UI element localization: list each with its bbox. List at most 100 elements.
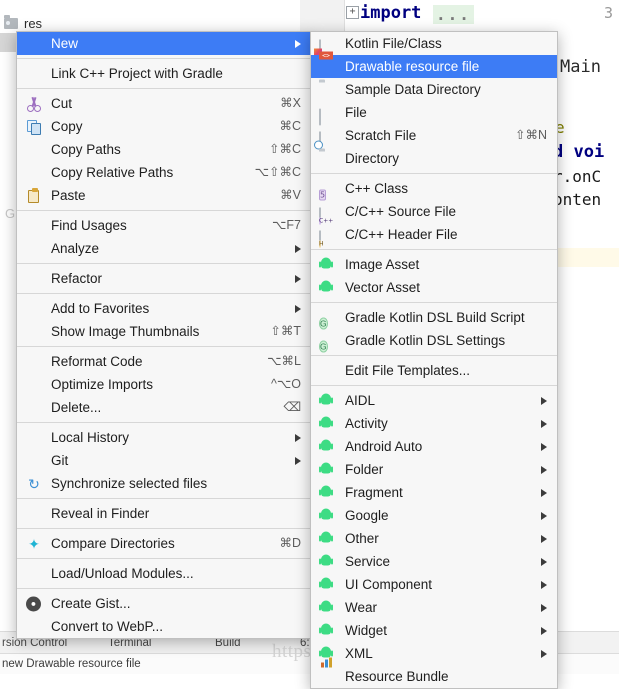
menu-item-wear[interactable]: Wear	[311, 596, 557, 619]
menu-item-create-gist[interactable]: ● Create Gist...	[17, 592, 311, 615]
menu-item-service[interactable]: Service	[311, 550, 557, 573]
menu-item-git[interactable]: Git	[17, 449, 311, 472]
status-bar-text: new Drawable resource file	[2, 658, 141, 670]
menu-separator	[17, 263, 311, 264]
menu-item-c-class[interactable]: 5 C++ Class	[311, 177, 557, 200]
copy-icon	[26, 119, 42, 135]
menu-item-gradle-kotlin-dsl-build-script[interactable]: G Gradle Kotlin DSL Build Script	[311, 306, 557, 329]
menu-separator	[17, 293, 311, 294]
new-submenu[interactable]: Kotlin File/Class Drawable resource file S…	[310, 31, 558, 689]
android-icon	[319, 508, 336, 523]
menu-item-shortcut: ⌥⇧⌘C	[254, 165, 301, 179]
menu-separator	[17, 88, 311, 89]
line-number: 3	[603, 4, 613, 22]
menu-item-label: Other	[345, 531, 379, 546]
menu-item-other[interactable]: Other	[311, 527, 557, 550]
menu-item-delete[interactable]: Delete... ⌫	[17, 396, 311, 419]
menu-item-add-to-favorites[interactable]: Add to Favorites	[17, 297, 311, 320]
menu-item-shortcut: ⌘D	[279, 536, 301, 550]
menu-item-label: C/C++ Header File	[345, 227, 458, 242]
menu-item-label: Analyze	[51, 241, 100, 256]
menu-item-sample-data-directory[interactable]: Sample Data Directory	[311, 78, 557, 101]
menu-item-file[interactable]: File	[311, 101, 557, 125]
menu-separator	[311, 173, 557, 174]
scratch-file-icon	[319, 128, 336, 148]
menu-item-gradle-kotlin-dsl-settings[interactable]: G Gradle Kotlin DSL Settings	[311, 329, 557, 352]
menu-item-image-asset[interactable]: Image Asset	[311, 253, 557, 276]
menu-item-c-c-header-file[interactable]: H C/C++ Header File	[311, 223, 557, 247]
android-icon	[319, 462, 336, 477]
menu-item-cut[interactable]: Cut ⌘X	[17, 92, 311, 115]
menu-item-label: Android Auto	[345, 439, 423, 454]
menu-separator	[17, 498, 311, 499]
menu-item-label: Service	[345, 554, 391, 569]
menu-item-local-history[interactable]: Local History	[17, 426, 311, 449]
menu-item-folder[interactable]: Folder	[311, 458, 557, 481]
menu-item-synchronize-selected-files[interactable]: ↻ Synchronize selected files	[17, 472, 311, 495]
menu-item-reveal-in-finder[interactable]: Reveal in Finder	[17, 502, 311, 525]
menu-item-widget[interactable]: Widget	[311, 619, 557, 642]
code-class-name: Main	[560, 57, 601, 77]
menu-item-optimize-imports[interactable]: Optimize Imports ^⌥O	[17, 373, 311, 396]
cut-icon	[26, 96, 42, 112]
menu-item-refactor[interactable]: Refactor	[17, 267, 311, 290]
menu-item-new[interactable]: New	[17, 32, 311, 55]
chevron-right-icon	[541, 442, 547, 451]
menu-item-find-usages[interactable]: Find Usages ⌥F7	[17, 214, 311, 237]
menu-item-c-c-source-file[interactable]: C++ C/C++ Source File	[311, 200, 557, 224]
menu-item-label: Cut	[51, 96, 73, 111]
gradle-icon: G	[319, 317, 328, 329]
android-icon	[319, 646, 336, 661]
menu-item-label: Google	[345, 508, 389, 523]
menu-item-compare-directories[interactable]: ✦ Compare Directories ⌘D	[17, 532, 311, 555]
menu-item-directory[interactable]: Directory	[311, 147, 557, 170]
menu-item-scratch-file[interactable]: Scratch File ⇧⌘N	[311, 124, 557, 148]
menu-item-copy-paths[interactable]: Copy Paths ⇧⌘C	[17, 138, 311, 161]
context-menu[interactable]: New Link C++ Project with Gradle Cut ⌘X Copy…	[16, 31, 312, 639]
menu-item-label: Add to Favorites	[51, 301, 150, 316]
menu-item-google[interactable]: Google	[311, 504, 557, 527]
menu-item-fragment[interactable]: Fragment	[311, 481, 557, 504]
menu-item-link-c-project-with-gradle[interactable]: Link C++ Project with Gradle	[17, 62, 311, 85]
android-icon	[319, 439, 336, 454]
menu-item-copy-relative-paths[interactable]: Copy Relative Paths ⌥⇧⌘C	[17, 161, 311, 184]
menu-item-convert-to-webp[interactable]: Convert to WebP...	[17, 615, 311, 638]
menu-item-label: Activity	[345, 416, 388, 431]
menu-item-label: Directory	[345, 151, 400, 166]
menu-item-load-unload-modules[interactable]: Load/Unload Modules...	[17, 562, 311, 585]
menu-item-shortcut: ⌘C	[279, 119, 301, 133]
menu-item-label: C/C++ Source File	[345, 204, 457, 219]
menu-item-label: Drawable resource file	[345, 59, 480, 74]
paste-icon	[26, 187, 42, 204]
menu-item-copy[interactable]: Copy ⌘C	[17, 115, 311, 138]
android-icon	[319, 257, 336, 272]
menu-item-label: Show Image Thumbnails	[51, 324, 200, 339]
menu-item-aidl[interactable]: AIDL	[311, 389, 557, 412]
menu-item-activity[interactable]: Activity	[311, 412, 557, 435]
android-icon	[319, 623, 336, 638]
menu-item-label: Copy Relative Paths	[51, 165, 174, 180]
menu-item-analyze[interactable]: Analyze	[17, 237, 311, 260]
menu-item-paste[interactable]: Paste ⌘V	[17, 184, 311, 207]
menu-item-show-image-thumbnails[interactable]: Show Image Thumbnails ⇧⌘T	[17, 320, 311, 343]
menu-item-resource-bundle[interactable]: Resource Bundle	[311, 657, 557, 688]
menu-item-kotlin-file-class[interactable]: Kotlin File/Class	[311, 32, 557, 56]
cpp-class-icon: 5	[319, 189, 327, 200]
menu-item-reformat-code[interactable]: Reformat Code ⌥⌘L	[17, 350, 311, 373]
chevron-right-icon	[541, 649, 547, 658]
menu-item-drawable-resource-file[interactable]: Drawable resource file	[311, 55, 557, 78]
menu-item-vector-asset[interactable]: Vector Asset	[311, 276, 557, 299]
menu-separator	[311, 249, 557, 250]
menu-item-shortcut: ⌥F7	[272, 218, 301, 232]
directory-icon	[319, 82, 336, 97]
menu-item-shortcut: ⇧⌘N	[514, 128, 547, 142]
menu-item-ui-component[interactable]: UI Component	[311, 573, 557, 596]
menu-item-xml[interactable]: XML	[311, 642, 557, 665]
fold-toggle-icon[interactable]: +	[346, 6, 359, 19]
menu-item-shortcut: ⇧⌘C	[268, 142, 301, 156]
android-icon	[319, 280, 336, 295]
menu-item-android-auto[interactable]: Android Auto	[311, 435, 557, 458]
code-fragment-oncreate: r.onC	[553, 167, 602, 186]
chevron-right-icon	[541, 603, 547, 612]
menu-item-edit-file-templates[interactable]: Edit File Templates...	[311, 359, 557, 382]
